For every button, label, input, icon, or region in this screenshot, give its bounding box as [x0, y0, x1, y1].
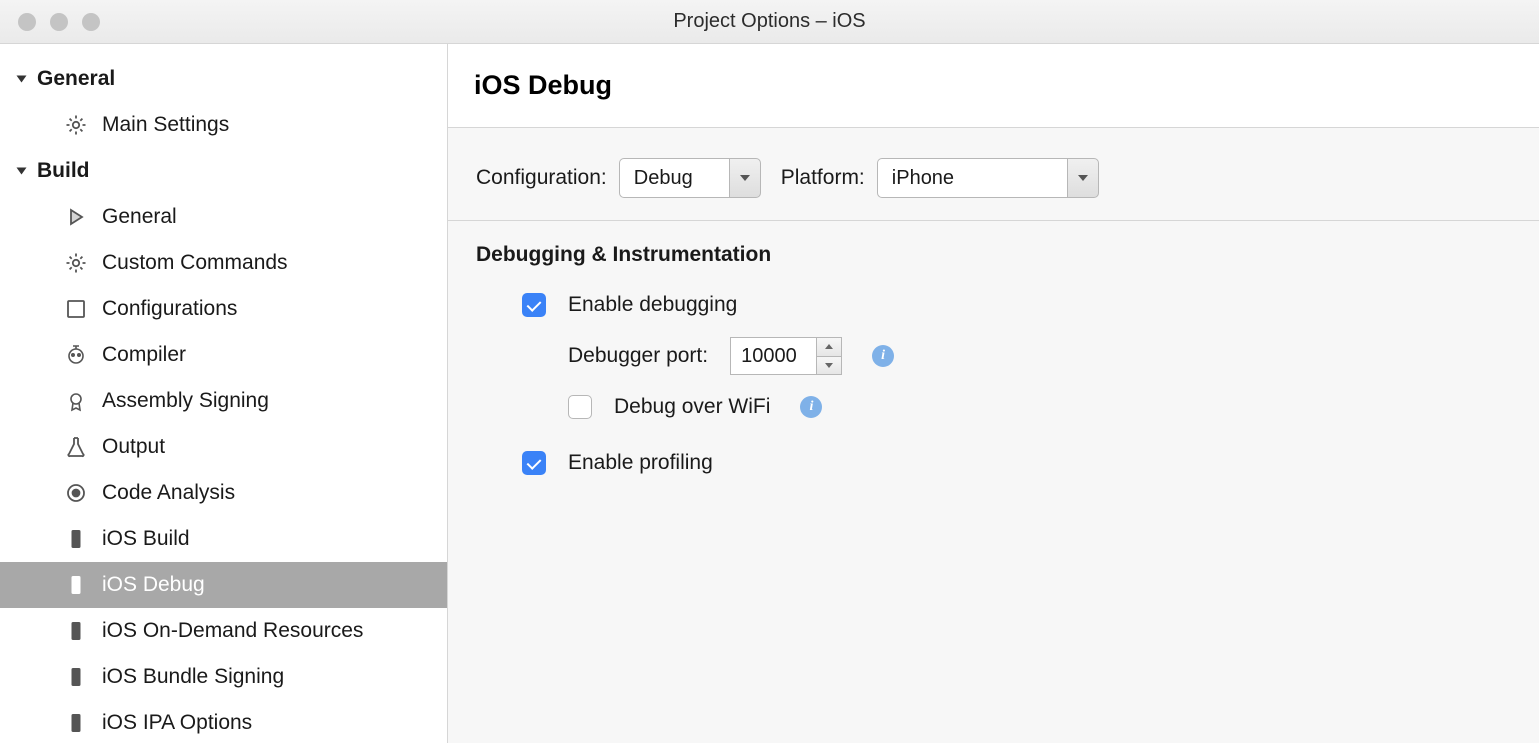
disclosure-triangle-icon [17, 168, 27, 175]
panel-title: iOS Debug [448, 44, 1539, 128]
platform-label: Platform: [781, 166, 865, 190]
enable-debugging-label: Enable debugging [568, 293, 737, 317]
sidebar-item-ios-bundle-signing[interactable]: iOS Bundle Signing [0, 654, 447, 700]
debugger-port-stepper[interactable]: 10000 [730, 337, 842, 375]
platform-select[interactable]: iPhone [877, 158, 1099, 198]
sidebar-item-ios-build[interactable]: iOS Build [0, 516, 447, 562]
sidebar-category-label: Build [37, 159, 90, 183]
chevron-down-icon[interactable] [1067, 158, 1099, 198]
section-title: Debugging & Instrumentation [476, 243, 1511, 267]
gear-icon [64, 251, 88, 275]
divider [448, 220, 1539, 221]
sidebar-item-compiler[interactable]: Compiler [0, 332, 447, 378]
phone-icon [64, 573, 88, 597]
enable-profiling-checkbox[interactable] [522, 451, 546, 475]
traffic-lights [18, 13, 100, 31]
robot-icon [64, 343, 88, 367]
sidebar-item-ios-ipa-options[interactable]: iOS IPA Options [0, 700, 447, 746]
sidebar-item-label: Main Settings [102, 113, 229, 137]
debug-wifi-checkbox[interactable] [568, 395, 592, 419]
sidebar-item-label: iOS Build [102, 527, 190, 551]
sidebar-item-label: iOS On-Demand Resources [102, 619, 363, 643]
window-title: Project Options – iOS [0, 10, 1539, 33]
sidebar-item-label: Configurations [102, 297, 237, 321]
enable-debugging-checkbox[interactable] [522, 293, 546, 317]
minimize-window-button[interactable] [50, 13, 68, 31]
sidebar-item-general[interactable]: General [0, 194, 447, 240]
sidebar-category-general[interactable]: General [0, 56, 447, 102]
options-panel: iOS Debug Configuration: Debug Platform:… [448, 44, 1539, 743]
sidebar-item-ios-on-demand-resources[interactable]: iOS On-Demand Resources [0, 608, 447, 654]
sidebar-item-label: Output [102, 435, 165, 459]
window-titlebar: Project Options – iOS [0, 0, 1539, 44]
phone-icon [64, 527, 88, 551]
sidebar-item-label: Code Analysis [102, 481, 235, 505]
sidebar-item-ios-debug[interactable]: iOS Debug [0, 562, 447, 608]
play-icon [64, 205, 88, 229]
platform-value: iPhone [877, 158, 1067, 198]
debugger-port-value[interactable]: 10000 [730, 337, 816, 375]
info-icon[interactable]: i [800, 396, 822, 418]
sidebar-item-assembly-signing[interactable]: Assembly Signing [0, 378, 447, 424]
enable-profiling-label: Enable profiling [568, 451, 713, 475]
stepper-up-button[interactable] [817, 338, 841, 357]
configuration-value: Debug [619, 158, 729, 198]
sidebar-item-label: iOS Bundle Signing [102, 665, 284, 689]
flask-icon [64, 435, 88, 459]
debugger-port-label: Debugger port: [568, 344, 708, 368]
sidebar-category-build[interactable]: Build [0, 148, 447, 194]
sidebar-item-label: Custom Commands [102, 251, 288, 275]
sidebar-item-label: iOS IPA Options [102, 711, 252, 735]
zoom-window-button[interactable] [82, 13, 100, 31]
debug-wifi-label: Debug over WiFi [614, 395, 770, 419]
square-icon [64, 297, 88, 321]
options-sidebar: General Main Settings Build General Custom C… [0, 44, 448, 743]
sidebar-item-label: General [102, 205, 177, 229]
close-window-button[interactable] [18, 13, 36, 31]
configuration-select[interactable]: Debug [619, 158, 761, 198]
badge-icon [64, 389, 88, 413]
sidebar-category-label: General [37, 67, 115, 91]
info-icon[interactable]: i [872, 345, 894, 367]
gear-icon [64, 113, 88, 137]
sidebar-item-code-analysis[interactable]: Code Analysis [0, 470, 447, 516]
sidebar-item-label: iOS Debug [102, 573, 205, 597]
phone-icon [64, 665, 88, 689]
chevron-down-icon[interactable] [729, 158, 761, 198]
phone-icon [64, 711, 88, 735]
sidebar-item-output[interactable]: Output [0, 424, 447, 470]
sidebar-item-custom-commands[interactable]: Custom Commands [0, 240, 447, 286]
sidebar-item-label: Assembly Signing [102, 389, 269, 413]
sidebar-item-main-settings[interactable]: Main Settings [0, 102, 447, 148]
phone-icon [64, 619, 88, 643]
radio-icon [64, 481, 88, 505]
sidebar-item-label: Compiler [102, 343, 186, 367]
sidebar-item-configurations[interactable]: Configurations [0, 286, 447, 332]
stepper-down-button[interactable] [817, 357, 841, 375]
disclosure-triangle-icon [17, 76, 27, 83]
configuration-label: Configuration: [476, 166, 607, 190]
